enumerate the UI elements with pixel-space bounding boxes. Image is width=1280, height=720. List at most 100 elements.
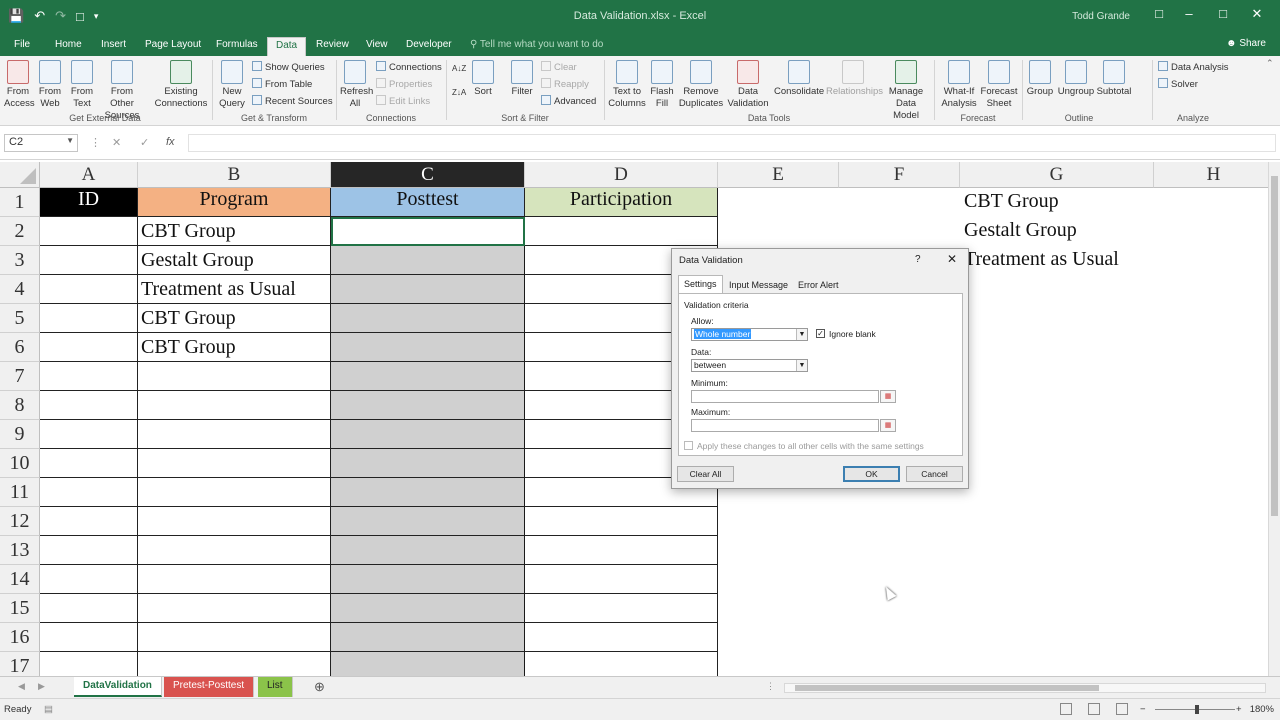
tab-settings[interactable]: Settings <box>678 275 723 294</box>
vertical-scrollbar[interactable] <box>1268 162 1280 676</box>
cell-a5[interactable] <box>40 304 138 333</box>
cell-d2[interactable] <box>525 217 718 246</box>
chevron-down-icon[interactable]: ▼ <box>796 360 807 371</box>
maximize-icon[interactable]: □ <box>1212 6 1234 26</box>
collapse-ribbon-icon[interactable]: ⌃ <box>1266 58 1274 69</box>
cell-b16[interactable] <box>138 623 331 652</box>
new-sheet-icon[interactable]: ⊕ <box>314 679 325 695</box>
row-header[interactable]: 7 <box>0 362 40 391</box>
cell-d15[interactable] <box>525 594 718 623</box>
cell-a11[interactable] <box>40 478 138 507</box>
cell-c15[interactable] <box>331 594 525 623</box>
cell-c1[interactable]: Posttest <box>331 188 525 217</box>
sort-za-button[interactable]: Z↓A <box>452 88 466 97</box>
cell-d16[interactable] <box>525 623 718 652</box>
formula-input[interactable] <box>188 134 1276 152</box>
cell-a15[interactable] <box>40 594 138 623</box>
cell-d17[interactable] <box>525 652 718 676</box>
cell-d12[interactable] <box>525 507 718 536</box>
connections-button[interactable]: Connections <box>376 61 442 73</box>
insert-function-icon[interactable]: fx <box>166 136 175 148</box>
edit-links-button[interactable]: Edit Links <box>376 95 430 107</box>
cell-b15[interactable] <box>138 594 331 623</box>
existing-connections-button[interactable]: Existing Connections <box>154 60 208 110</box>
cell-c3[interactable] <box>331 246 525 275</box>
refresh-all-button[interactable]: Refresh All <box>340 60 373 110</box>
cell-c6[interactable] <box>331 333 525 362</box>
relationships-button[interactable]: Relationships <box>826 60 883 98</box>
cell-c7[interactable] <box>331 362 525 391</box>
reapply-button[interactable]: Reapply <box>541 78 589 90</box>
horizontal-scroll-thumb[interactable] <box>795 685 1099 691</box>
cell-c16[interactable] <box>331 623 525 652</box>
cell-c2[interactable] <box>331 217 525 246</box>
cell-b1[interactable]: Program <box>138 188 331 217</box>
allow-dropdown[interactable]: Whole number ▼ <box>691 328 808 341</box>
forecast-sheet-button[interactable]: Forecast Sheet <box>980 60 1018 110</box>
row-header[interactable]: 14 <box>0 565 40 594</box>
cell-b11[interactable] <box>138 478 331 507</box>
tab-formulas[interactable]: Formulas <box>208 37 266 56</box>
row-header[interactable]: 17 <box>0 652 40 676</box>
ignore-blank-checkbox[interactable]: ✓ <box>816 329 825 338</box>
help-icon[interactable]: ? <box>915 254 921 265</box>
cell-a12[interactable] <box>40 507 138 536</box>
cell-c12[interactable] <box>331 507 525 536</box>
row-header[interactable]: 4 <box>0 275 40 304</box>
maximum-input[interactable] <box>691 419 879 432</box>
cell-c5[interactable] <box>331 304 525 333</box>
cell-c4[interactable] <box>331 275 525 304</box>
column-header-e[interactable]: E <box>718 162 839 188</box>
sort-button[interactable]: Sort <box>470 60 496 98</box>
row-header[interactable]: 2 <box>0 217 40 246</box>
tell-me-search[interactable]: ⚲ Tell me what you want to do <box>470 39 603 50</box>
properties-button[interactable]: Properties <box>376 78 432 90</box>
cell-a3[interactable] <box>40 246 138 275</box>
column-header-h[interactable]: H <box>1154 162 1268 188</box>
cell-a6[interactable] <box>40 333 138 362</box>
close-icon[interactable]: ✕ <box>947 252 957 266</box>
ok-button[interactable]: OK <box>843 466 900 482</box>
cell-c14[interactable] <box>331 565 525 594</box>
tab-home[interactable]: Home <box>47 37 90 56</box>
recent-sources-button[interactable]: Recent Sources <box>252 95 333 107</box>
minimize-icon[interactable]: – <box>1178 6 1200 26</box>
group-button[interactable]: Group <box>1024 60 1056 98</box>
zoom-in-icon[interactable]: + <box>1236 704 1242 715</box>
cell-c10[interactable] <box>331 449 525 478</box>
sheet-tab-pretest-posttest[interactable]: Pretest-Posttest <box>164 677 255 697</box>
row-header[interactable]: 11 <box>0 478 40 507</box>
row-header[interactable]: 1 <box>0 188 40 217</box>
cell-b8[interactable] <box>138 391 331 420</box>
name-box-dropdown-icon[interactable]: ▼ <box>66 136 74 145</box>
data-analysis-button[interactable]: Data Analysis <box>1158 61 1229 73</box>
cell-d1[interactable]: Participation <box>525 188 718 217</box>
cell-a13[interactable] <box>40 536 138 565</box>
cell-b14[interactable] <box>138 565 331 594</box>
tab-page-layout[interactable]: Page Layout <box>137 37 209 56</box>
apply-all-checkbox[interactable] <box>684 441 693 450</box>
clear-all-button[interactable]: Clear All <box>677 466 734 482</box>
cell-b13[interactable] <box>138 536 331 565</box>
remove-duplicates-button[interactable]: Remove Duplicates <box>678 60 724 110</box>
tab-input-message[interactable]: Input Message <box>724 277 793 294</box>
vertical-scroll-thumb[interactable] <box>1271 176 1278 516</box>
cell-a14[interactable] <box>40 565 138 594</box>
cell-a10[interactable] <box>40 449 138 478</box>
cell-a7[interactable] <box>40 362 138 391</box>
row-header[interactable]: 5 <box>0 304 40 333</box>
zoom-out-icon[interactable]: − <box>1140 704 1146 715</box>
chevron-down-icon[interactable]: ▼ <box>796 329 807 340</box>
zoom-slider[interactable] <box>1155 705 1235 714</box>
tab-view[interactable]: View <box>358 37 396 56</box>
advanced-filter-button[interactable]: Advanced <box>541 95 596 107</box>
name-box[interactable]: C2 ▼ <box>4 134 78 152</box>
collapse-dialog-icon[interactable]: ▦ <box>880 390 896 403</box>
cell-b2[interactable]: CBT Group <box>138 217 331 246</box>
zoom-level[interactable]: 180% <box>1250 704 1274 715</box>
tab-file[interactable]: File <box>6 37 38 56</box>
minimum-input[interactable] <box>691 390 879 403</box>
normal-view-icon[interactable] <box>1060 703 1072 715</box>
sheet-tab-list[interactable]: List <box>258 677 293 697</box>
cell-a17[interactable] <box>40 652 138 676</box>
